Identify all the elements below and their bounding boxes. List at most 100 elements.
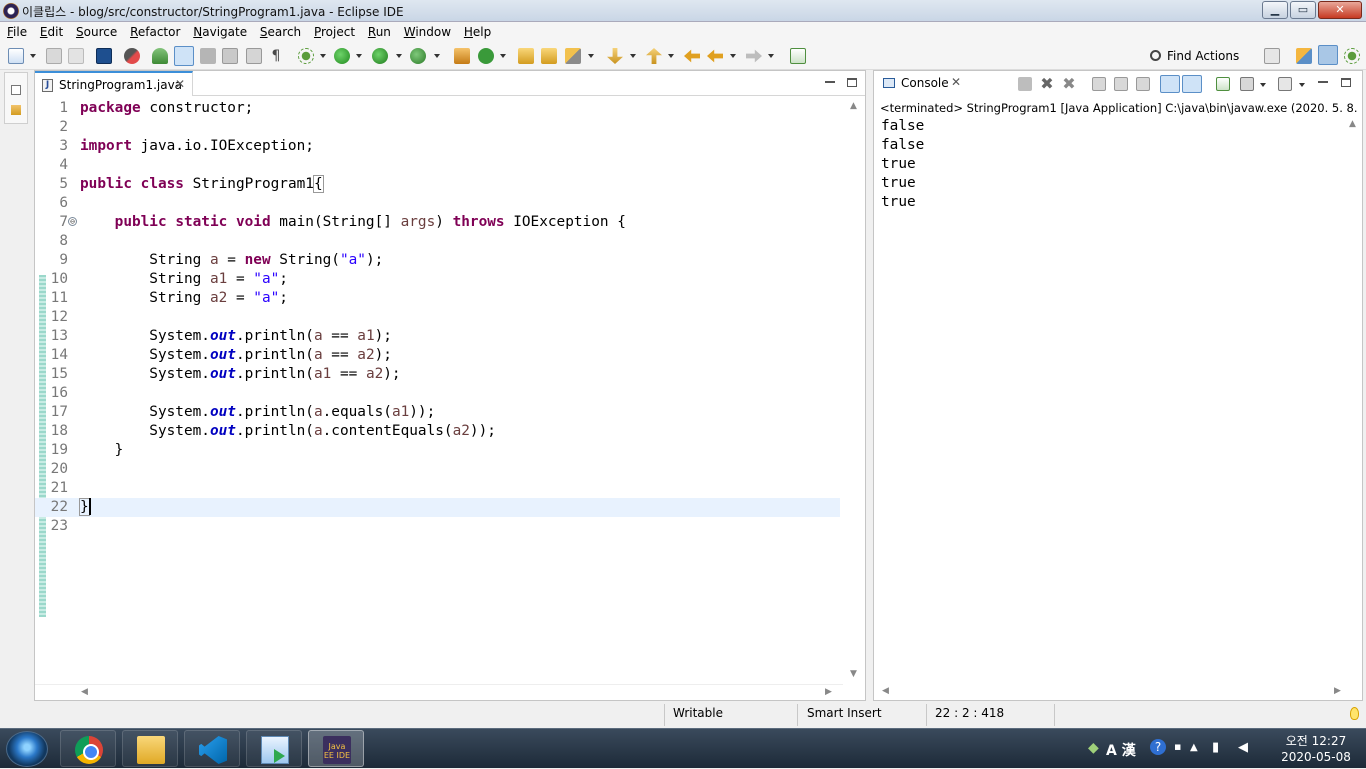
maximize-editor-icon[interactable] [847, 78, 857, 87]
menu-search[interactable]: Search [260, 22, 301, 42]
show-hidden-icons[interactable]: ▲ [1190, 742, 1198, 753]
menu-project[interactable]: Project [314, 22, 355, 42]
save-icon[interactable] [46, 48, 62, 64]
menu-window[interactable]: Window [404, 22, 451, 42]
scroll-left-icon[interactable]: ◀ [882, 686, 889, 696]
new-class-dropdown-icon[interactable] [500, 54, 506, 58]
last-edit-icon[interactable] [684, 49, 700, 63]
console-vertical-scrollbar[interactable]: ▲ [1344, 115, 1362, 683]
maximize-button[interactable]: ▭ [1290, 1, 1316, 19]
word-wrap-icon[interactable] [200, 48, 216, 64]
search-dropdown-icon[interactable] [588, 54, 594, 58]
editor-tab-stringprogram1[interactable]: J StringProgram1.java ✕ [35, 71, 193, 96]
pin-editor-icon[interactable] [790, 48, 806, 64]
search-tool-icon[interactable] [565, 48, 581, 64]
scroll-down-icon[interactable]: ▼ [850, 669, 857, 679]
clear-console-icon[interactable] [1092, 77, 1106, 91]
open-console-icon[interactable] [1278, 77, 1292, 91]
remove-launch-icon[interactable]: ✖ [1040, 76, 1054, 92]
open-type-folder-icon[interactable] [518, 48, 534, 64]
minimize-console-icon[interactable] [1318, 81, 1328, 83]
toggle-mark-occurrences-icon[interactable] [174, 46, 194, 66]
scroll-left-icon[interactable]: ◀ [81, 687, 88, 697]
scroll-right-icon[interactable]: ▶ [825, 687, 832, 697]
back-dropdown-icon[interactable] [730, 54, 736, 58]
external-tools-icon[interactable] [410, 48, 426, 64]
ime-settings-icon[interactable]: ▪ [1174, 740, 1181, 753]
java-perspective-icon[interactable] [1318, 45, 1338, 65]
coverage-dropdown-icon[interactable] [396, 54, 402, 58]
close-tab-icon[interactable]: ✕ [175, 77, 185, 91]
next-annotation-dropdown-icon[interactable] [630, 54, 636, 58]
show-whitespace-icon[interactable] [246, 48, 262, 64]
network-icon[interactable]: ▮ [1212, 740, 1219, 755]
save-all-icon[interactable] [68, 48, 84, 64]
forward-icon[interactable] [746, 49, 762, 63]
scroll-right-icon[interactable]: ▶ [1334, 686, 1341, 696]
minimize-button[interactable]: ▁ [1262, 1, 1288, 19]
status-insert-mode[interactable]: Smart Insert [799, 702, 925, 728]
scroll-up-icon[interactable]: ▲ [850, 101, 857, 111]
close-button[interactable]: ✕ [1318, 1, 1362, 19]
pin-console-icon[interactable] [1216, 77, 1230, 91]
package-explorer-icon[interactable] [11, 105, 21, 115]
taskbar-eclipse[interactable]: Java EE IDE [308, 730, 364, 767]
forward-dropdown-icon[interactable] [768, 54, 774, 58]
volume-icon[interactable]: ◀ [1238, 740, 1248, 755]
find-actions-button[interactable]: Find Actions [1150, 46, 1239, 66]
console-tab[interactable]: Console ✕ [874, 71, 966, 96]
open-task-icon[interactable] [541, 48, 557, 64]
menu-navigate[interactable]: Navigate [193, 22, 247, 42]
maximize-console-icon[interactable] [1341, 78, 1351, 87]
new-dropdown-icon[interactable] [30, 54, 36, 58]
editor-horizontal-scrollbar[interactable]: ◀ ▶ [35, 684, 843, 700]
terminate-icon[interactable] [1018, 77, 1032, 91]
menu-edit[interactable]: Edit [40, 22, 63, 42]
help-icon[interactable]: ? [1150, 739, 1166, 755]
new-java-package-icon[interactable] [454, 48, 470, 64]
scroll-lock-icon[interactable] [1114, 77, 1128, 91]
new-java-class-icon[interactable] [478, 48, 494, 64]
word-wrap-console-icon[interactable] [1136, 77, 1150, 91]
taskbar-explorer[interactable] [122, 730, 178, 767]
eclipse-app-icon[interactable] [3, 3, 19, 19]
taskbar-vscode[interactable] [184, 730, 240, 767]
open-console-dropdown-icon[interactable] [1299, 83, 1305, 87]
menu-run[interactable]: Run [368, 22, 391, 42]
open-perspective-icon[interactable] [1264, 48, 1280, 64]
taskbar-media-player[interactable] [246, 730, 302, 767]
debug-dropdown-icon[interactable] [320, 54, 326, 58]
restore-view-icon[interactable] [11, 85, 21, 95]
editor-vertical-scrollbar[interactable]: ▲ ▼ [843, 97, 865, 685]
new-icon[interactable] [8, 48, 24, 64]
open-type-icon[interactable] [152, 48, 168, 64]
external-tools-dropdown-icon[interactable] [434, 54, 440, 58]
back-icon[interactable] [707, 49, 723, 63]
fold-collapse-icon[interactable]: ⊖ [68, 217, 77, 226]
start-button[interactable] [6, 731, 48, 767]
status-cursor-position[interactable]: 22 : 2 : 418 [927, 702, 1053, 728]
minimize-editor-icon[interactable] [825, 81, 835, 83]
coverage-icon[interactable] [372, 48, 388, 64]
taskbar-clock[interactable]: 오전 12:27 2020-05-08 [1266, 733, 1366, 765]
prev-annotation-dropdown-icon[interactable] [668, 54, 674, 58]
menu-help[interactable]: Help [464, 22, 491, 42]
ime-mode[interactable]: A 漢 [1106, 740, 1136, 760]
display-console-icon[interactable] [1240, 77, 1254, 91]
menu-source[interactable]: Source [76, 22, 117, 42]
console-horizontal-scrollbar[interactable]: ◀ ▶ [874, 684, 1362, 700]
code-text-area[interactable]: 1 package constructor; 2 3 import java.io.… [35, 97, 843, 685]
prev-annotation-icon[interactable] [646, 48, 662, 64]
lightbulb-tip-icon[interactable] [1350, 707, 1359, 720]
block-selection-icon[interactable] [222, 48, 238, 64]
ime-icon[interactable]: ◆ [1088, 740, 1099, 756]
scroll-up-icon[interactable]: ▲ [1349, 119, 1356, 129]
run-icon[interactable] [334, 48, 350, 64]
skip-breakpoints-icon[interactable] [124, 48, 140, 64]
debug-icon[interactable] [298, 48, 314, 64]
display-console-dropdown-icon[interactable] [1260, 83, 1266, 87]
debug-perspective-icon[interactable] [1344, 48, 1360, 64]
terminal-icon[interactable] [96, 48, 112, 64]
remove-all-launches-icon[interactable]: ✖ [1062, 76, 1076, 92]
menu-file[interactable]: File [7, 22, 27, 42]
